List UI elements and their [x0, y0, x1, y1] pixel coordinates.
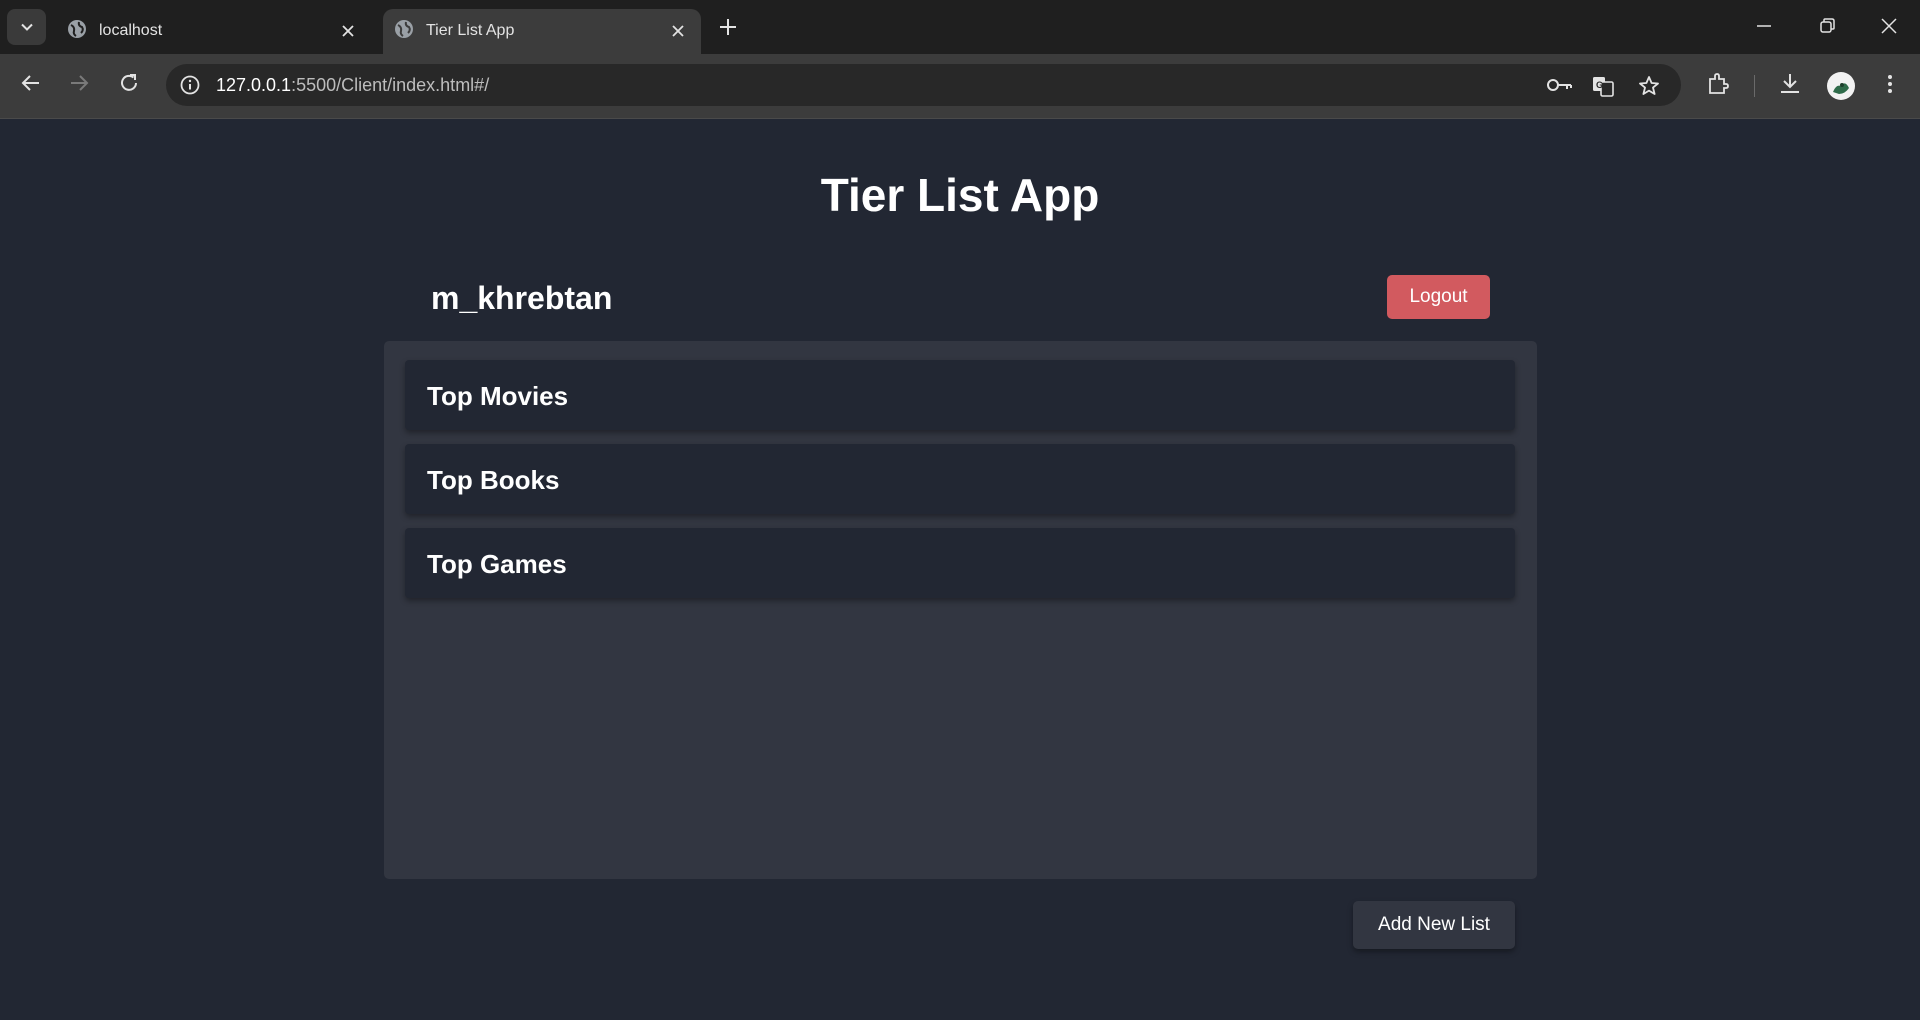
- tab-title: localhost: [99, 22, 163, 39]
- password-key-icon[interactable]: [1546, 74, 1574, 96]
- close-icon[interactable]: [337, 20, 359, 42]
- url-text: 127.0.0.1:5500/Client/index.html#/: [216, 75, 489, 96]
- address-bar[interactable]: 127.0.0.1:5500/Client/index.html#/ G: [166, 64, 1681, 106]
- globe-icon: [68, 20, 86, 38]
- add-new-list-button[interactable]: Add New List: [1353, 901, 1515, 949]
- tier-lists-panel: Top Movies Top Books Top Games: [384, 341, 1537, 879]
- list-item-top-books[interactable]: Top Books: [405, 444, 1515, 514]
- toolbar-divider: [1754, 75, 1755, 97]
- profile-avatar[interactable]: [1827, 72, 1855, 100]
- tab-title: Tier List App: [426, 22, 515, 39]
- globe-icon: [395, 20, 413, 38]
- svg-text:G: G: [1596, 80, 1603, 90]
- close-window-icon[interactable]: [1877, 14, 1901, 38]
- minimize-icon[interactable]: [1752, 14, 1776, 38]
- logout-button[interactable]: Logout: [1387, 275, 1490, 319]
- new-tab-icon[interactable]: [716, 15, 740, 39]
- download-icon[interactable]: [1777, 71, 1803, 97]
- list-item-label: Top Books: [427, 465, 560, 495]
- extensions-icon[interactable]: [1705, 71, 1731, 97]
- url-host: 127.0.0.1: [216, 75, 292, 95]
- list-item-label: Top Games: [427, 549, 567, 579]
- forward-arrow-icon[interactable]: [67, 71, 91, 95]
- page-content: Tier List App m_khrebtan Logout Top Movi…: [0, 120, 1920, 1020]
- back-arrow-icon[interactable]: [19, 71, 43, 95]
- restore-icon[interactable]: [1815, 14, 1839, 38]
- menu-kebab-icon[interactable]: [1880, 71, 1900, 97]
- list-item-top-games[interactable]: Top Games: [405, 528, 1515, 598]
- translate-icon[interactable]: G: [1591, 74, 1615, 98]
- list-item-label: Top Movies: [427, 381, 569, 411]
- browser-tabstrip: localhost Tier List App: [0, 0, 1920, 54]
- site-info-icon[interactable]: [179, 74, 201, 96]
- reload-icon[interactable]: [117, 71, 141, 95]
- username-label: m_khrebtan: [431, 280, 613, 316]
- tab-search-button[interactable]: [7, 9, 46, 45]
- tab-tier-list-app[interactable]: Tier List App: [383, 9, 701, 54]
- url-path: :5500/Client/index.html#/: [291, 75, 490, 95]
- app-title: Tier List App: [820, 169, 1100, 221]
- browser-toolbar: 127.0.0.1:5500/Client/index.html#/ G: [0, 54, 1920, 119]
- chevron-down-icon: [20, 23, 33, 31]
- bookmark-star-icon[interactable]: [1637, 74, 1661, 98]
- list-item-top-movies[interactable]: Top Movies: [405, 360, 1515, 430]
- tab-localhost[interactable]: localhost: [56, 9, 371, 54]
- close-icon[interactable]: [667, 20, 689, 42]
- profile-picture-icon: [1833, 83, 1849, 94]
